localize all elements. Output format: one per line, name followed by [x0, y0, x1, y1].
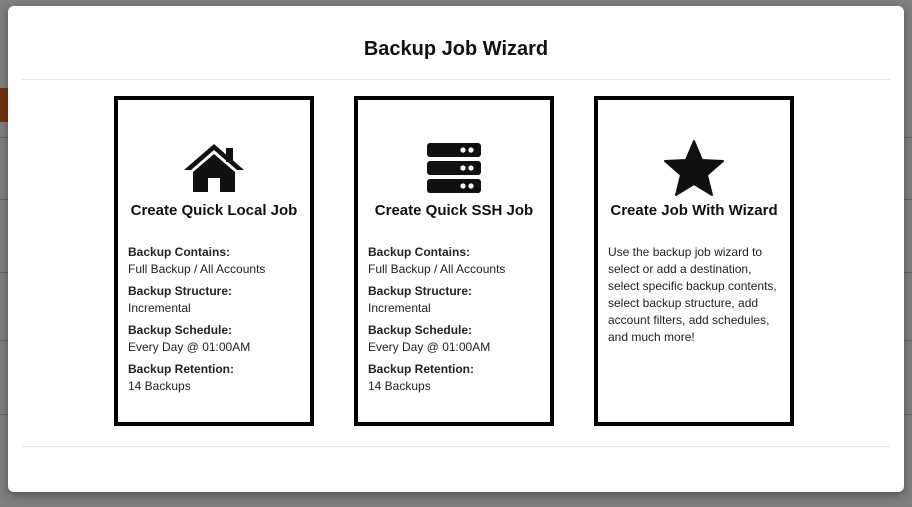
job-with-wizard-card[interactable]: Create Job With Wizard Use the backup jo…: [594, 96, 794, 426]
backup-schedule-field: Backup Schedule: Every Day @ 01:00AM: [128, 322, 302, 356]
field-value: 14 Backups: [368, 379, 431, 393]
field-value: Full Backup / All Accounts: [128, 262, 266, 276]
modal-footer: [22, 446, 890, 447]
field-value: Full Backup / All Accounts: [368, 262, 506, 276]
card-details: Backup Contains: Full Backup / All Accou…: [128, 244, 302, 400]
card-title: Create Quick Local Job: [130, 202, 298, 219]
home-icon: [118, 140, 310, 196]
card-details: Backup Contains: Full Backup / All Accou…: [368, 244, 542, 400]
card-title: Create Job With Wizard: [610, 202, 778, 219]
field-label: Backup Retention:: [368, 362, 475, 376]
backup-contains-field: Backup Contains: Full Backup / All Accou…: [128, 244, 302, 278]
backup-structure-field: Backup Structure: Incremental: [368, 283, 542, 317]
card-details: Use the backup job wizard to select or a…: [608, 244, 782, 346]
field-label: Backup Retention:: [128, 362, 235, 376]
field-value: 14 Backups: [128, 379, 191, 393]
modal-header: Backup Job Wizard: [22, 6, 890, 80]
field-value: Incremental: [128, 301, 191, 315]
backup-retention-field: Backup Retention: 14 Backups: [368, 361, 542, 395]
card-title: Create Quick SSH Job: [374, 202, 534, 219]
backup-schedule-field: Backup Schedule: Every Day @ 01:00AM: [368, 322, 542, 356]
field-label: Backup Contains:: [128, 245, 231, 259]
field-value: Incremental: [368, 301, 431, 315]
modal-title: Backup Job Wizard: [363, 38, 549, 60]
star-icon: [598, 140, 790, 196]
backup-retention-field: Backup Retention: 14 Backups: [128, 361, 302, 395]
wizard-description: Use the backup job wizard to select or a…: [608, 245, 777, 344]
field-label: Backup Schedule:: [128, 323, 233, 337]
backup-structure-field: Backup Structure: Incremental: [128, 283, 302, 317]
field-value: Every Day @ 01:00AM: [128, 340, 251, 354]
quick-ssh-job-card[interactable]: Create Quick SSH Job Backup Contains: Fu…: [354, 96, 554, 426]
job-type-cards: Create Quick Local Job Backup Contains: …: [114, 96, 794, 426]
field-label: Backup Structure:: [368, 284, 473, 298]
field-label: Backup Schedule:: [368, 323, 473, 337]
field-label: Backup Contains:: [368, 245, 471, 259]
field-value: Every Day @ 01:00AM: [368, 340, 491, 354]
backup-contains-field: Backup Contains: Full Backup / All Accou…: [368, 244, 542, 278]
backup-job-wizard-modal: Backup Job Wizard Create Quick Local Job…: [8, 6, 904, 492]
quick-local-job-card[interactable]: Create Quick Local Job Backup Contains: …: [114, 96, 314, 426]
field-label: Backup Structure:: [128, 284, 233, 298]
server-icon: [358, 140, 550, 196]
